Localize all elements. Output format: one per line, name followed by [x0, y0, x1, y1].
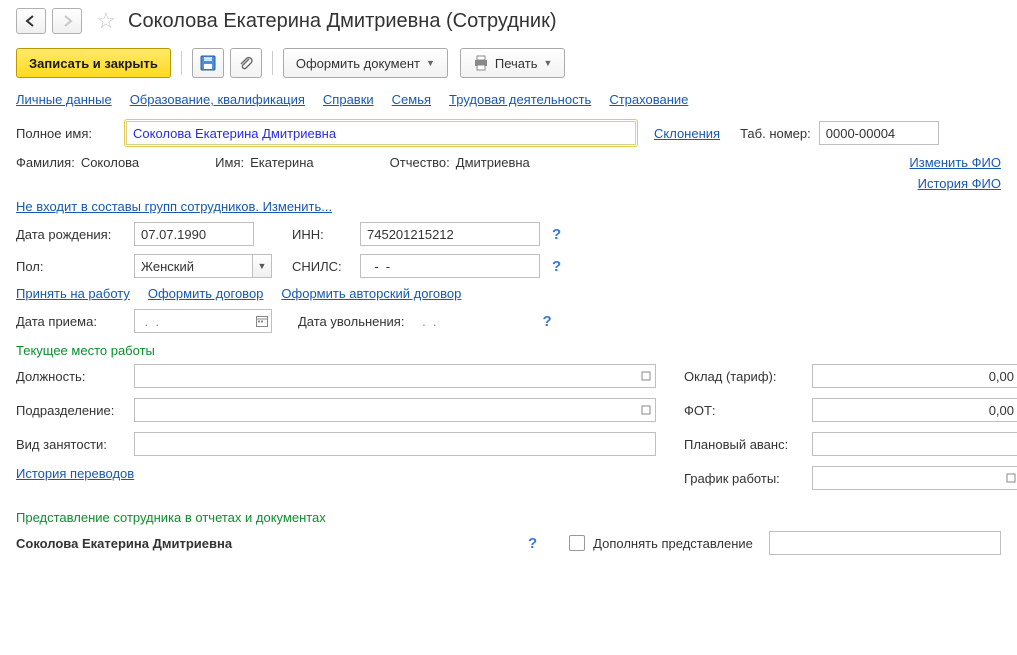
declension-link[interactable]: Склонения	[654, 126, 720, 141]
representation-help-icon[interactable]: ?	[524, 535, 541, 552]
chevron-down-icon: ▼	[543, 58, 552, 68]
open-dialog-icon	[1006, 473, 1016, 483]
position-open-button[interactable]	[636, 364, 656, 388]
tab-education[interactable]: Образование, квалификация	[130, 92, 305, 107]
toolbar-divider	[272, 51, 273, 75]
patronymic-value: Дмитриевна	[456, 155, 530, 170]
chevron-down-icon: ▼	[426, 58, 435, 68]
patronymic-label: Отчество:	[390, 155, 450, 170]
fullname-label: Полное имя:	[16, 126, 116, 141]
current-job-heading: Текущее место работы	[16, 343, 1001, 358]
fire-date-label: Дата увольнения:	[298, 314, 404, 329]
inn-input[interactable]	[360, 222, 540, 246]
open-dialog-icon	[641, 405, 651, 415]
salary-input[interactable]	[812, 364, 1017, 388]
append-representation-label: Дополнять представление	[593, 536, 753, 551]
surname-value: Соколова	[81, 155, 139, 170]
department-label: Подразделение:	[16, 403, 126, 418]
floppy-icon	[200, 55, 216, 71]
dob-label: Дата рождения:	[16, 227, 126, 242]
attachment-button[interactable]	[230, 48, 262, 78]
name-label: Имя:	[215, 155, 244, 170]
page-title: Соколова Екатерина Дмитриевна (Сотрудник…	[128, 10, 557, 33]
hire-date-label: Дата приема:	[16, 314, 126, 329]
tab-work-history[interactable]: Трудовая деятельность	[449, 92, 591, 107]
open-dialog-icon	[641, 371, 651, 381]
dob-input[interactable]	[134, 222, 254, 246]
position-label: Должность:	[16, 369, 126, 384]
sex-label: Пол:	[16, 259, 126, 274]
representation-name: Соколова Екатерина Дмитриевна	[16, 536, 516, 551]
tabno-input[interactable]	[819, 121, 939, 145]
employee-groups-link[interactable]: Не входит в составы групп сотрудников. И…	[16, 199, 332, 214]
schedule-label: График работы:	[684, 471, 804, 486]
representation-heading: Представление сотрудника в отчетах и док…	[16, 510, 1001, 525]
favorite-star-icon[interactable]: ☆	[94, 9, 118, 33]
snils-label: СНИЛС:	[292, 259, 352, 274]
toolbar-divider	[181, 51, 182, 75]
tab-family[interactable]: Семья	[392, 92, 431, 107]
fire-date-help-icon[interactable]: ?	[538, 313, 555, 330]
name-value: Екатерина	[250, 155, 314, 170]
calendar-icon	[256, 315, 268, 327]
tabno-label: Таб. номер:	[740, 126, 811, 141]
hire-link[interactable]: Принять на работу	[16, 286, 130, 301]
print-button[interactable]: Печать ▼	[460, 48, 566, 78]
hire-date-input[interactable]	[134, 309, 252, 333]
save-and-close-button[interactable]: Записать и закрыть	[16, 48, 171, 78]
advance-label: Плановый аванс:	[684, 437, 804, 452]
nav-back-button[interactable]	[16, 8, 46, 34]
snils-help-icon[interactable]: ?	[548, 258, 565, 275]
sex-dropdown-button[interactable]: ▼	[252, 254, 272, 278]
department-open-button[interactable]	[636, 398, 656, 422]
sex-input[interactable]	[134, 254, 252, 278]
department-input[interactable]	[134, 398, 636, 422]
salary-label: Оклад (тариф):	[684, 369, 804, 384]
fullname-input[interactable]	[126, 121, 636, 145]
schedule-input[interactable]	[812, 466, 1001, 490]
snils-input[interactable]	[360, 254, 540, 278]
append-representation-checkbox[interactable]	[569, 535, 585, 551]
inn-label: ИНН:	[292, 227, 352, 242]
fot-input[interactable]	[812, 398, 1017, 422]
hire-date-picker-button[interactable]	[252, 309, 272, 333]
printer-icon	[473, 55, 489, 71]
save-button[interactable]	[192, 48, 224, 78]
position-input[interactable]	[134, 364, 636, 388]
transfers-history-link[interactable]: История переводов	[16, 466, 134, 481]
employment-type-label: Вид занятости:	[16, 437, 126, 452]
fot-label: ФОТ:	[684, 403, 804, 418]
nav-forward-button[interactable]	[52, 8, 82, 34]
fire-date-value	[412, 309, 530, 333]
create-document-button[interactable]: Оформить документ ▼	[283, 48, 448, 78]
change-fio-link[interactable]: Изменить ФИО	[909, 155, 1001, 170]
inn-help-icon[interactable]: ?	[548, 226, 565, 243]
tab-insurance[interactable]: Страхование	[609, 92, 688, 107]
fio-history-link[interactable]: История ФИО	[918, 176, 1001, 191]
schedule-open-button[interactable]	[1001, 466, 1017, 490]
employment-type-input[interactable]	[134, 432, 656, 456]
contract-link[interactable]: Оформить договор	[148, 286, 264, 301]
tab-references[interactable]: Справки	[323, 92, 374, 107]
author-contract-link[interactable]: Оформить авторский договор	[281, 286, 461, 301]
paperclip-icon	[238, 55, 254, 71]
surname-label: Фамилия:	[16, 155, 75, 170]
advance-input[interactable]	[812, 432, 1017, 456]
append-representation-input[interactable]	[769, 531, 1001, 555]
tab-personal[interactable]: Личные данные	[16, 92, 112, 107]
